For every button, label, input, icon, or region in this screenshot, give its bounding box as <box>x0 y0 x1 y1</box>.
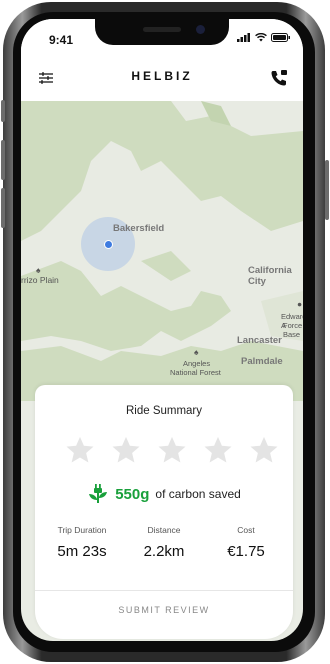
map-label-palmdale: Palmdale <box>241 356 283 367</box>
map-label-bakersfield: Bakersfield <box>113 223 165 234</box>
star-icon[interactable] <box>157 435 187 465</box>
trip-duration-label: Trip Duration <box>57 525 107 535</box>
map-label-california-city: California City <box>248 265 292 287</box>
trip-duration-stat: Trip Duration 5m 23s <box>42 525 122 560</box>
map-view[interactable]: Bakersfield ♠ rrizo Plain California Cit… <box>21 101 303 401</box>
carbon-value: 550g <box>115 485 150 503</box>
rating-stars[interactable] <box>65 435 279 465</box>
ride-summary-title: Ride Summary <box>125 405 203 417</box>
star-icon[interactable] <box>111 435 141 465</box>
call-support-button[interactable] <box>269 68 289 88</box>
signal-icon <box>237 33 250 42</box>
front-camera <box>196 25 205 34</box>
volume-up-button <box>1 140 5 180</box>
poi-icon: ● <box>297 299 303 309</box>
brand-logo: HELBIZ <box>131 69 193 83</box>
battery-icon <box>271 33 290 42</box>
phone-call-icon <box>271 70 287 86</box>
wifi-icon <box>255 33 267 42</box>
cost-value: €1.75 <box>227 543 265 560</box>
silent-switch <box>1 100 5 122</box>
status-bar: 9:41 <box>21 19 303 57</box>
poi-icon: ♠ <box>194 347 199 357</box>
star-icon[interactable] <box>249 435 279 465</box>
divider <box>35 590 293 591</box>
distance-value: 2.2km <box>143 543 185 560</box>
map-label-national-forest: National Forest <box>170 368 221 377</box>
carbon-saved: 550g of carbon saved <box>35 483 293 505</box>
map-label-carrizo-plain: rrizo Plain <box>21 275 59 285</box>
app-header: HELBIZ <box>21 57 303 101</box>
submit-review-button[interactable]: SUBMIT REVIEW <box>35 605 293 615</box>
map-label-lancaster: Lancaster <box>237 335 282 346</box>
map-label-force-base: Force Base <box>283 321 303 339</box>
distance-stat: Distance 2.2km <box>124 525 204 560</box>
volume-down-button <box>1 188 5 228</box>
status-icons <box>237 33 291 42</box>
current-location-dot <box>104 240 113 249</box>
map-label-angeles: Angeles <box>183 359 211 368</box>
star-icon[interactable] <box>203 435 233 465</box>
ride-stats: Trip Duration 5m 23s Distance 2.2km Cost… <box>35 525 293 560</box>
notch <box>95 19 229 45</box>
status-time: 9:41 <box>49 33 74 47</box>
speaker <box>143 27 181 32</box>
ride-summary-card: Ride Summary 550g of carbon saved Trip D… <box>35 385 293 639</box>
star-icon[interactable] <box>65 435 95 465</box>
cost-label: Cost <box>237 525 255 535</box>
carbon-text: of carbon saved <box>155 487 241 501</box>
trip-duration-value: 5m 23s <box>57 543 107 560</box>
poi-icon: ♠ <box>36 265 41 275</box>
eco-plug-icon <box>89 484 108 503</box>
phone-screen: 9:41 HELBIZ Bakersfield ♠ rrizo Plain Ca… <box>21 19 303 641</box>
cost-stat: Cost €1.75 <box>206 525 286 560</box>
distance-label: Distance <box>147 525 181 535</box>
power-button <box>325 160 329 220</box>
